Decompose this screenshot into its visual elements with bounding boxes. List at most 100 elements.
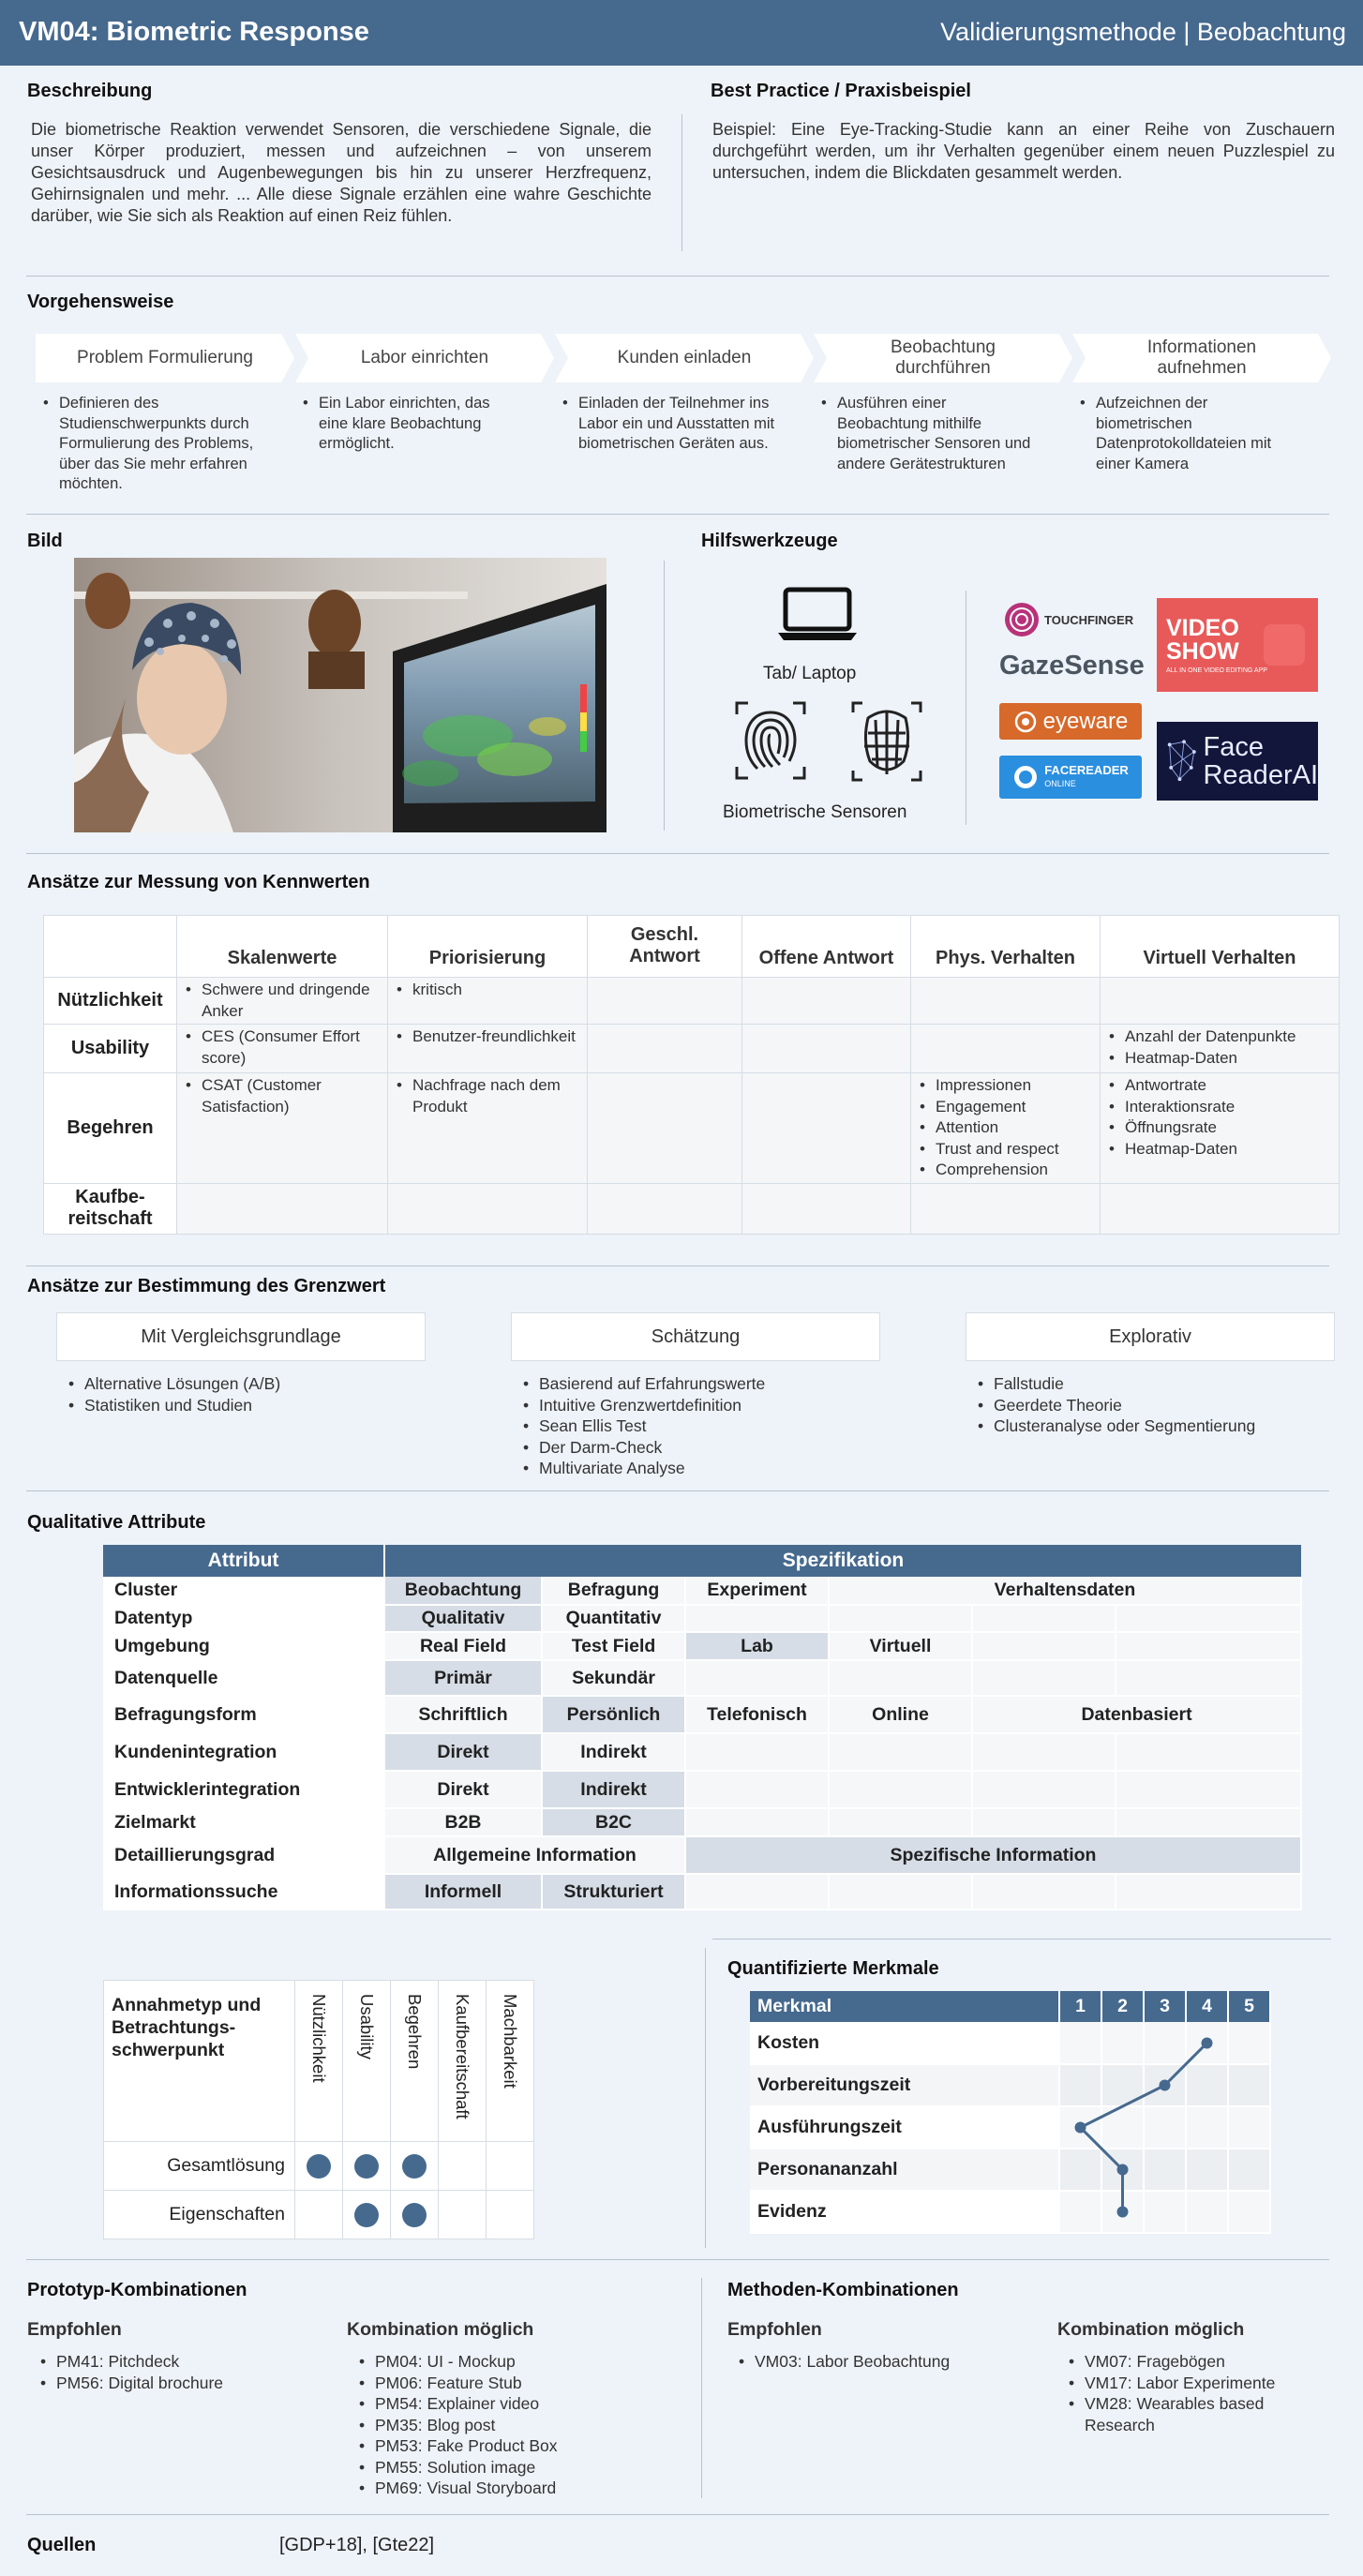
list-item: Impressionen [917,1075,1094,1097]
list-item: Anzahl der Datenpunkte [1106,1026,1333,1048]
scale-cell [1101,2106,1145,2149]
matrix-cell [294,2141,343,2191]
methoden-heading: Methoden-Kombinationen [727,2280,959,2300]
table-cell [387,1182,588,1235]
list-item: CSAT (Customer Satisfaction) [183,1075,382,1117]
table-row: Eigenschaften [103,2190,534,2239]
list-item: VM03: Labor Beobachtung [736,2351,1017,2373]
list-item: Intuitive Grenzwertdefinition [520,1395,876,1416]
table-cell: CSAT (Customer Satisfaction) [176,1072,388,1184]
scale-cell [1101,2022,1145,2065]
process-step: Problem Formulierung [36,334,294,382]
table-cell: Benutzer-freundlichkeit [387,1024,588,1073]
attribute-value [1116,1632,1302,1661]
bild-heading: Bild [27,531,63,551]
attribute-value: Persönlich [542,1696,686,1734]
cell-list: ImpressionenEngagementAttentionTrust and… [917,1075,1094,1181]
attribute-value [829,1771,973,1809]
videoshow-text: VIDEO SHOW [1166,614,1239,665]
methoden-moeglich-list: VM07: FragebögenVM17: Labor ExperimenteV… [1066,2351,1291,2435]
scale-cell [1144,2149,1187,2192]
attribute-label: Entwicklerintegration [103,1771,385,1809]
attribute-value [685,1660,830,1697]
attribute-value [829,1808,973,1837]
prototyp-moeglich-list: PM04: UI - MockupPM06: Feature StubPM54:… [356,2351,656,2499]
cell-list: CES (Consumer Effort score) [183,1026,382,1069]
annahmetyp-column: Kaufbereitschaft [438,1980,487,2142]
attribute-value: Primär [384,1660,543,1697]
list-item: PM41: Pitchdeck [37,2351,319,2373]
prototyp-moeglich-label: Kombination möglich [347,2319,534,2340]
list-item: Nachfrage nach dem Produkt [394,1075,581,1117]
row-header: Nützlichkeit [43,977,177,1025]
attribute-value: Direkt [384,1771,543,1809]
page-title: VM04: Biometric Response [19,17,369,47]
face-scan-icon [849,699,924,784]
attribute-value [829,1874,973,1910]
facereader-ai-text-2: ReaderAI [1203,760,1318,790]
gazesense-logo: GazeSense [999,647,1145,684]
merkmal-header: Merkmal [750,1991,1060,2022]
matrix-cell [486,2141,534,2191]
list-item: VM17: Labor Experimente [1066,2373,1291,2394]
table-row: Personananzahl [750,2149,1271,2192]
list-item: kritisch [394,980,581,1001]
table-row: Kundenintegration Direkt Indirekt [103,1733,1302,1772]
column-header: Geschl. Antwort [587,915,742,978]
attribute-value [1116,1660,1302,1697]
methoden-empfohlen-label: Empfohlen [727,2319,822,2340]
scale-cell [1144,2022,1187,2065]
divider [26,2259,1329,2260]
list-item: Einladen der Teilnehmer ins Labor ein un… [560,394,780,455]
attribute-value [972,1632,1116,1661]
attribute-label: Datentyp [103,1605,385,1633]
matrix-cell [486,2190,534,2239]
qualitative-heading: Qualitative Attribute [27,1512,206,1533]
grenzwert-category: Mit Vergleichsgrundlage [56,1312,426,1361]
table-cell [741,1182,911,1235]
methoden-empfohlen-list: VM03: Labor Beobachtung [736,2351,1017,2373]
table-row: Datenquelle Primär Sekundär [103,1660,1302,1697]
merkmal-label: Kosten [750,2022,1060,2065]
list-item: Öffnungsrate [1106,1117,1333,1139]
list-item: Basierend auf Erfahrungswerte [520,1373,876,1395]
list-item: PM56: Digital brochure [37,2373,319,2394]
list-item: Der Darm-Check [520,1437,876,1459]
attribute-value: Direkt [384,1733,543,1772]
list-item: Comprehension [917,1160,1094,1181]
table-cell [910,977,1101,1025]
attribute-label: Umgebung [103,1632,385,1661]
process-step: Beobachtung durchführen [814,334,1072,382]
prototyp-empfohlen-label: Empfohlen [27,2319,122,2340]
table-row: Ausführungszeit [750,2106,1271,2149]
divider [705,1948,706,2248]
annahmetyp-column: Nützlichkeit [294,1980,343,2142]
facereader-online-text: FACEREADER [1044,763,1129,777]
scale-cell [1059,2106,1102,2149]
table-cell [587,1182,742,1235]
attribute-value [829,1733,973,1772]
attribute-value: Verhaltensdaten [829,1577,1302,1606]
divider [26,276,1329,277]
videoshow-sub: ALL IN ONE VIDEO EDITING APP [1166,666,1267,674]
attribute-value [972,1771,1116,1809]
table-cell [1100,1182,1340,1235]
attribute-value: B2B [384,1808,543,1837]
row-label: Eigenschaften [103,2190,295,2239]
list-item: Geerdete Theorie [975,1395,1331,1416]
list-item: PM35: Blog post [356,2415,656,2436]
table-cell: Schwere und dringende Anker [176,977,388,1025]
scale-cell [1144,2064,1187,2107]
eyeware-logo: eyeware [999,703,1142,740]
attribute-value [685,1605,830,1633]
row-header: Begehren [43,1072,177,1184]
attribute-value: Qualitativ [384,1605,543,1633]
messung-table: Skalenwerte Priorisierung Geschl. Antwort O… [43,915,1340,1235]
attribute-value: Lab [685,1632,830,1661]
quantifizierte-merkmale-table: Merkmal 1 2 3 4 5 Kosten Vorbereitungszeit Ausfü… [750,1991,1271,2234]
table-corner [43,915,177,978]
scale-cell [1059,2064,1102,2107]
column-label: Usability [357,1994,377,2059]
facereader-online-logo: FACEREADER ONLINE [999,756,1142,799]
attribute-label: Informationssuche [103,1874,385,1910]
